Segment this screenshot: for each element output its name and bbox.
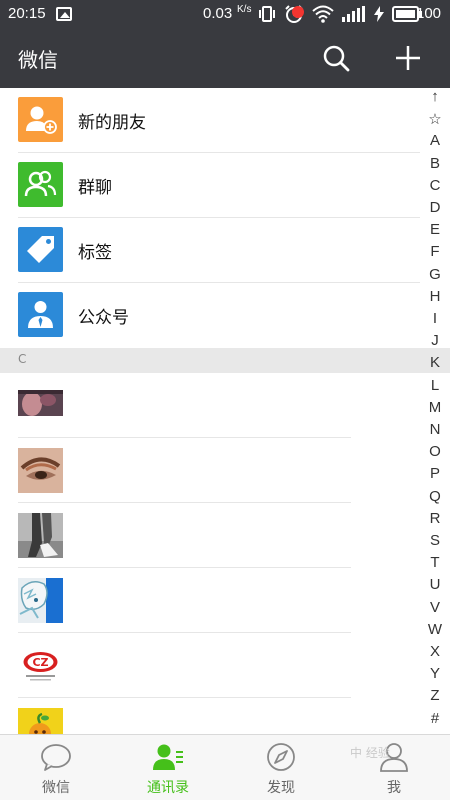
svg-text:CZ: CZ (32, 656, 48, 669)
group-chats-label: 群聊 (78, 178, 112, 198)
contact-item[interactable] (0, 373, 420, 438)
index-letter[interactable]: U (420, 576, 450, 593)
index-letter[interactable]: ☆ (420, 110, 450, 128)
index-letter[interactable]: X (420, 643, 450, 660)
status-time: 20:15 (8, 5, 46, 22)
index-letter[interactable]: J (420, 332, 450, 349)
new-friend-icon (18, 97, 63, 142)
index-letter[interactable]: V (420, 599, 450, 616)
contact-item[interactable] (0, 438, 420, 503)
section-header-c: C (0, 348, 450, 373)
tab-label: 通讯录 (147, 780, 189, 796)
index-letter[interactable]: G (420, 266, 450, 283)
network-speed-unit: K/s (237, 4, 252, 15)
orange-cartoon-avatar (18, 708, 63, 734)
tab-discover[interactable]: 发现 (225, 735, 337, 800)
tags-label: 标签 (78, 243, 112, 263)
compass-icon (267, 743, 295, 771)
signal-icon (342, 6, 365, 22)
index-letter[interactable]: K (420, 354, 450, 371)
index-letter[interactable]: Z (420, 687, 450, 704)
index-letter[interactable]: C (420, 177, 450, 194)
group-chat-icon (18, 162, 63, 207)
contacts-icon (153, 744, 183, 770)
alphabet-index-bar[interactable]: ↑ ☆ A B C D E F G H I J K L M N O P Q R S T U V W X Y Z # (420, 88, 450, 734)
legs-photo-avatar (18, 513, 63, 558)
network-speed: 0.03 (203, 5, 233, 22)
add-button[interactable] (390, 40, 426, 76)
tab-label: 微信 (42, 780, 70, 796)
tab-label: 发现 (267, 780, 295, 796)
group-chats-item[interactable]: 群聊 (0, 153, 420, 218)
tab-chats[interactable]: 微信 (0, 735, 112, 800)
index-letter[interactable]: ↑ (420, 88, 450, 105)
index-letter[interactable]: D (420, 199, 450, 216)
index-letter[interactable]: M (420, 399, 450, 416)
search-button[interactable] (318, 40, 354, 76)
official-accounts-label: 公众号 (78, 308, 129, 328)
contact-item[interactable] (0, 568, 420, 633)
index-letter[interactable]: B (420, 155, 450, 172)
new-friends-item[interactable]: 新的朋友 (0, 88, 420, 153)
cz-logo-avatar: CZ (18, 643, 63, 688)
section-letter: C (18, 352, 27, 366)
tag-icon (18, 227, 63, 272)
index-letter[interactable]: # (420, 710, 450, 727)
contacts-list[interactable]: 新的朋友 群聊 标签 公众号 C CZ (0, 88, 450, 734)
index-letter[interactable]: F (420, 243, 450, 260)
index-letter[interactable]: T (420, 554, 450, 571)
image-notification-icon (56, 7, 72, 21)
status-bar: 20:15 0.03 K/s 100 (0, 0, 450, 28)
official-account-icon (18, 292, 63, 337)
tab-contacts[interactable]: 通讯录 (112, 735, 224, 800)
app-bar: 微信 (0, 28, 450, 88)
official-accounts-item[interactable]: 公众号 (0, 283, 420, 348)
wifi-icon (312, 5, 334, 23)
index-letter[interactable]: R (420, 510, 450, 527)
index-letter[interactable]: Q (420, 488, 450, 505)
contact-item[interactable] (0, 698, 420, 734)
plus-icon (396, 46, 420, 70)
tab-label: 我 (387, 780, 401, 796)
index-letter[interactable]: H (420, 288, 450, 305)
battery-level: 100 (416, 5, 442, 22)
index-letter[interactable]: I (420, 310, 450, 327)
vibrate-icon (259, 6, 275, 22)
index-letter[interactable]: L (420, 377, 450, 394)
charging-icon (374, 6, 384, 22)
index-letter[interactable]: A (420, 132, 450, 149)
search-icon (323, 45, 350, 72)
contact-item[interactable] (0, 503, 420, 568)
index-letter[interactable]: O (420, 443, 450, 460)
new-friends-label: 新的朋友 (78, 113, 146, 133)
watermark: 中 经验 (350, 746, 390, 760)
status-icons (258, 4, 422, 24)
eye-makeup-avatar (18, 448, 63, 493)
contact-item[interactable]: CZ (0, 633, 420, 698)
index-letter[interactable]: E (420, 221, 450, 238)
index-letter[interactable]: Y (420, 665, 450, 682)
tags-item[interactable]: 标签 (0, 218, 420, 283)
photo-avatar (18, 390, 63, 416)
anime-character-avatar (18, 578, 63, 623)
page-title: 微信 (18, 48, 58, 72)
chat-bubble-icon (41, 744, 71, 771)
index-letter[interactable]: P (420, 465, 450, 482)
discover-badge (292, 6, 304, 18)
index-letter[interactable]: N (420, 421, 450, 438)
index-letter[interactable]: S (420, 532, 450, 549)
index-letter[interactable]: W (420, 621, 450, 638)
